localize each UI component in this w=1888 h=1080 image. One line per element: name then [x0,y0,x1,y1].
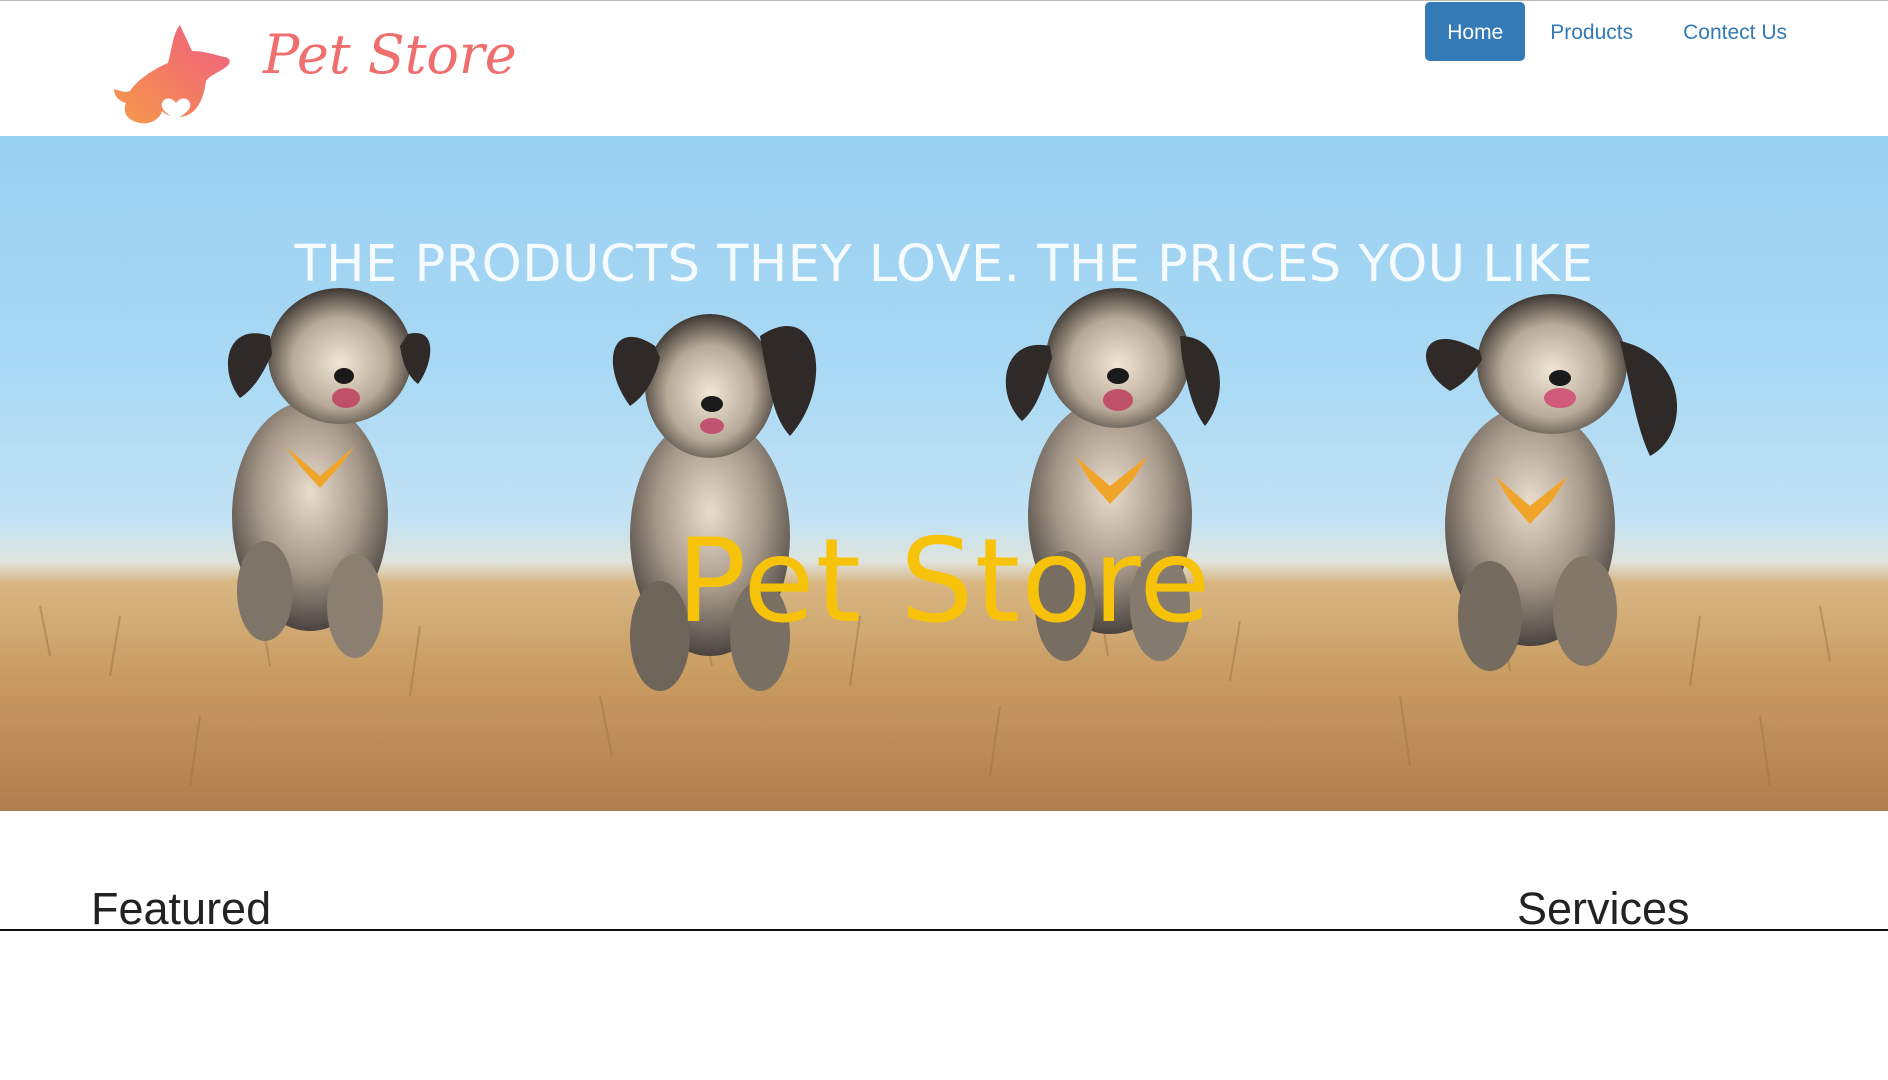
nav-home[interactable]: Home [1425,2,1526,61]
nav-products[interactable]: Products [1525,2,1658,61]
brand-name: Pet Store [263,23,517,86]
hero-title: Pet Store [676,514,1212,649]
services-heading: Services [1517,883,1690,934]
section-headers: Featured Services [0,811,1888,934]
main-nav: Home Products Contect Us [1425,2,1812,62]
page: Pet Store Home Products Contect Us THE P… [0,0,1888,1080]
dog-logo-icon [114,25,230,124]
hero-tagline: THE PRODUCTS THEY LOVE. THE PRICES YOU L… [294,235,1594,294]
hero-banner: THE PRODUCTS THEY LOVE. THE PRICES YOU L… [0,136,1888,811]
nav-contact-us[interactable]: Contect Us [1658,2,1812,61]
section-divider [0,929,1888,931]
featured-heading: Featured [91,883,272,934]
brand-logo-link[interactable]: Pet Store [112,17,517,129]
navbar: Pet Store Home Products Contect Us [0,0,1888,136]
